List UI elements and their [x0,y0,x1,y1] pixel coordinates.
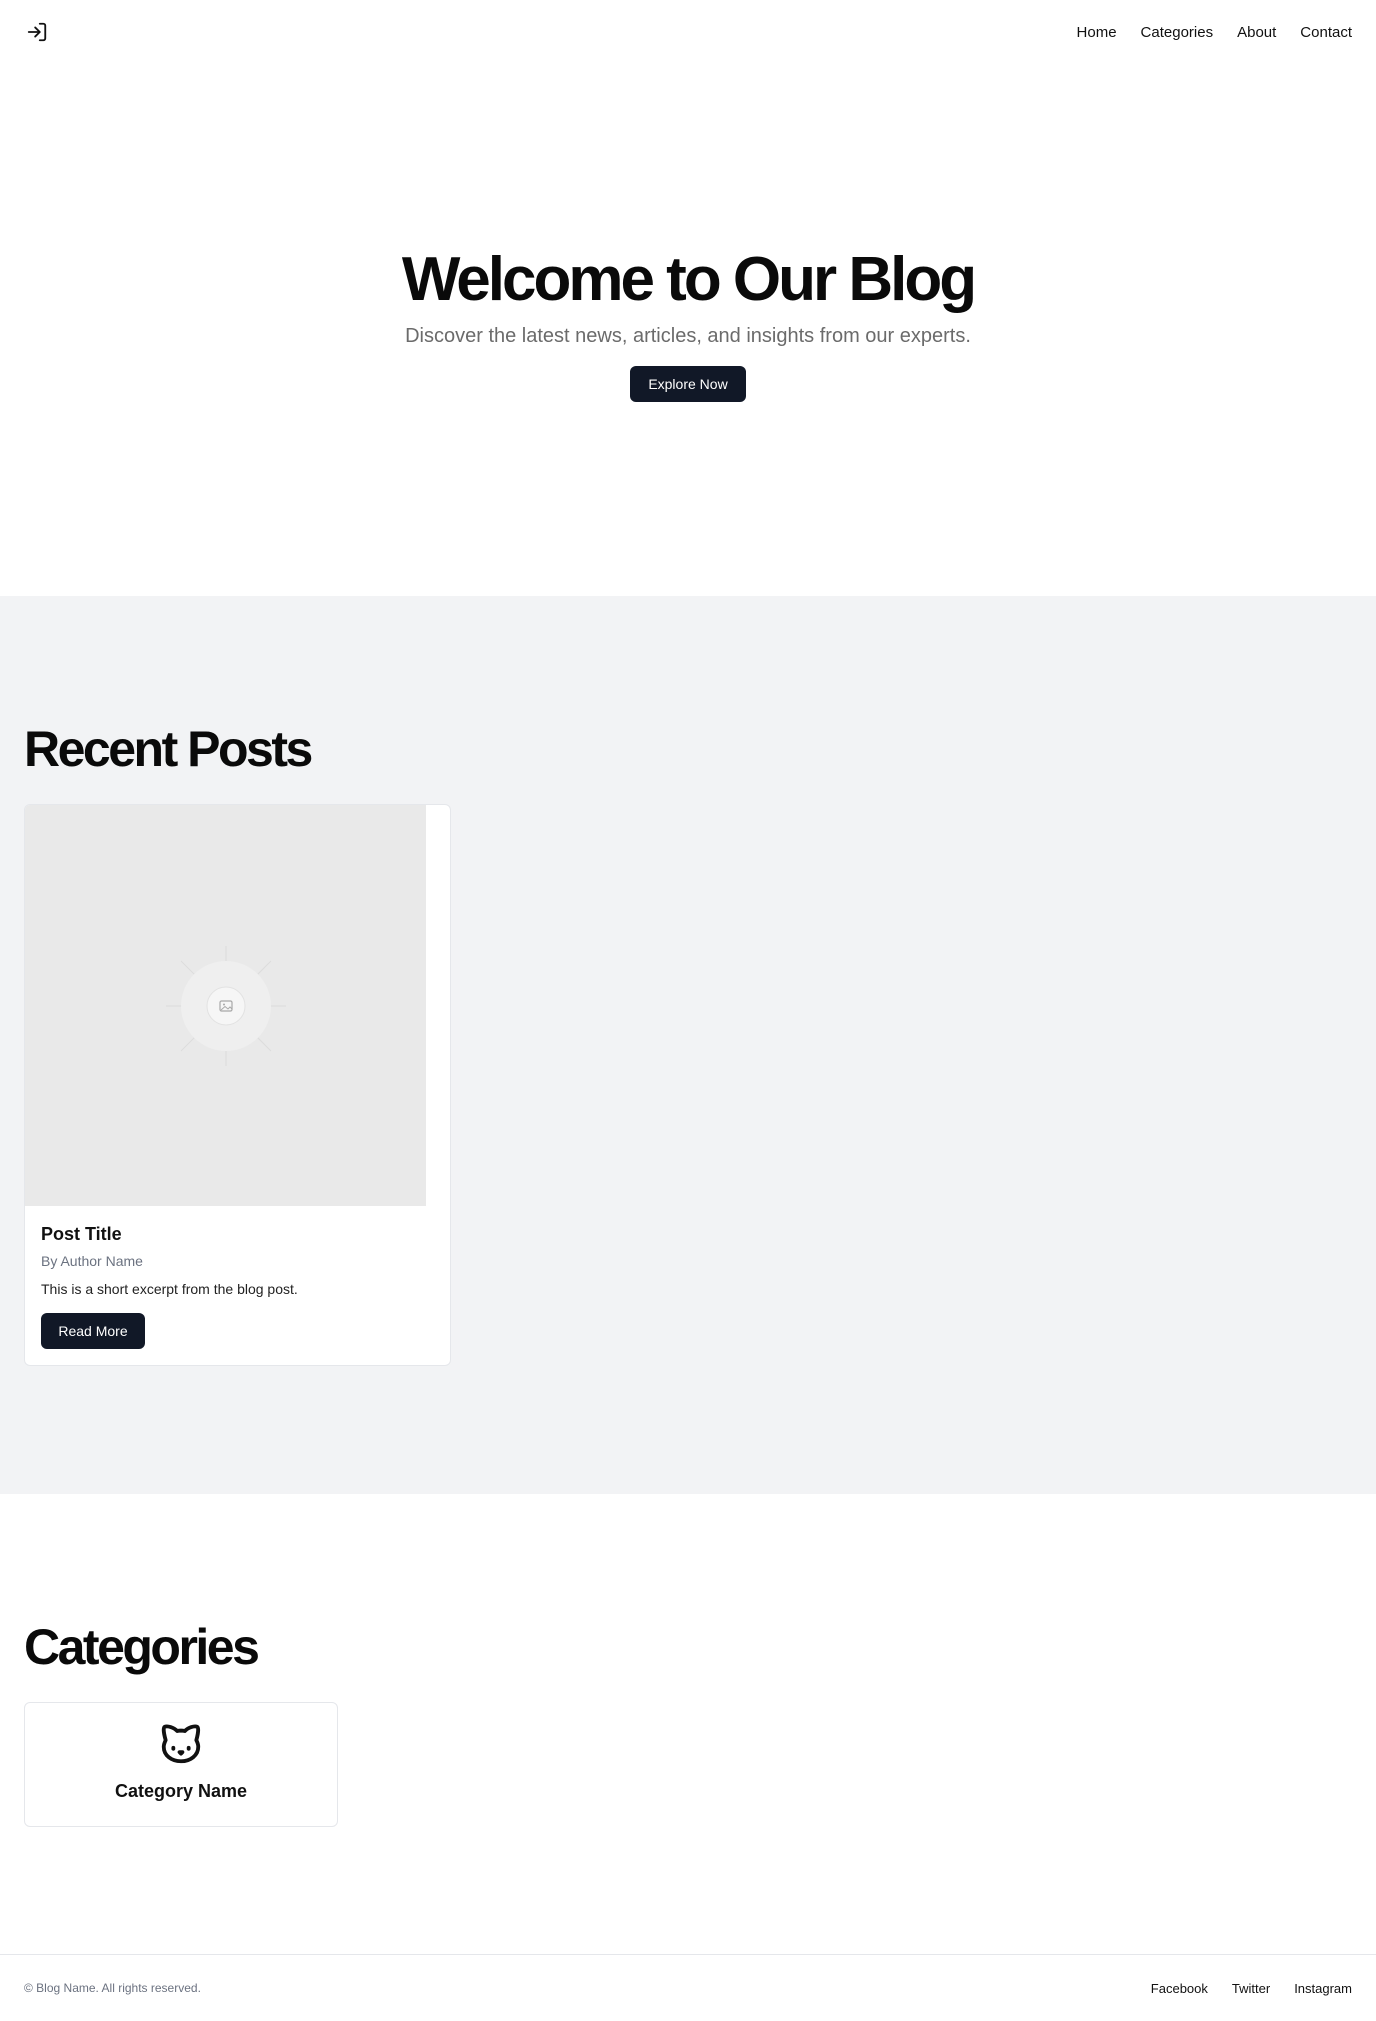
twitter-link[interactable]: Twitter [1232,1981,1270,1996]
post-excerpt: This is a short excerpt from the blog po… [41,1281,298,1297]
social-links: Facebook Twitter Instagram [1151,1981,1352,1996]
image-placeholder-icon [165,945,286,1066]
instagram-link[interactable]: Instagram [1294,1981,1352,1996]
site-footer: © Blog Name. All rights reserved. Facebo… [0,1954,1376,2021]
hero-subtitle: Discover the latest news, articles, and … [405,325,971,347]
category-name: Category Name [114,1781,248,1801]
nav-about-link[interactable]: About [1237,24,1276,41]
hero-section: Welcome to Our Blog Discover the latest … [0,64,1376,596]
read-more-button[interactable]: Read More [41,1313,145,1349]
categories-heading: Categories [24,1619,260,1675]
recent-posts-heading: Recent Posts [24,721,313,777]
nav-home-link[interactable]: Home [1077,24,1117,41]
post-author: By Author Name [41,1253,143,1269]
explore-now-button[interactable]: Explore Now [630,366,746,402]
hero-title: Welcome to Our Blog [401,245,977,314]
post-body: Post Title By Author Name This is a shor… [25,1206,450,1349]
nav-contact-link[interactable]: Contact [1300,24,1352,41]
main-nav: Home Categories About Contact [1077,24,1352,41]
log-in-icon[interactable] [24,19,50,45]
copyright-text: © Blog Name. All rights reserved. [24,1981,201,1995]
post-title[interactable]: Post Title [41,1224,434,1245]
facebook-link[interactable]: Facebook [1151,1981,1208,1996]
categories-section: Categories Category Name [0,1494,1376,1954]
category-card[interactable]: Category Name [24,1702,338,1827]
recent-posts-section: Recent Posts Post Title By Author Name T… [0,596,1376,1494]
post-card: Post Title By Author Name This is a shor… [24,804,451,1366]
site-header: Home Categories About Contact [0,0,1376,64]
cat-icon [161,1724,201,1764]
nav-categories-link[interactable]: Categories [1141,24,1214,41]
post-image [25,805,426,1206]
